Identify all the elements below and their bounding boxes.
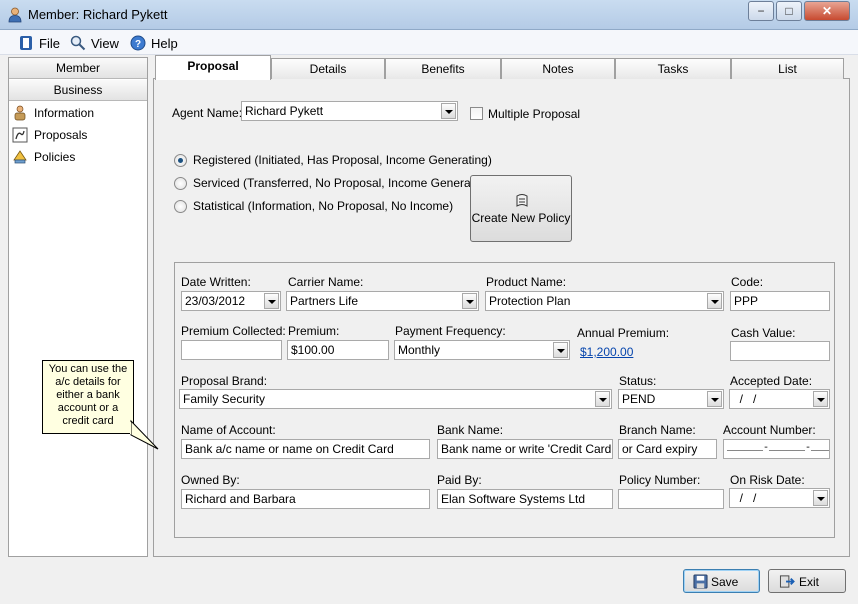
policies-icon [13,150,27,164]
premium-field[interactable]: $100.00 [287,340,389,360]
code-field[interactable]: PPP [730,291,830,311]
proposals-icon [12,127,28,143]
menu-view[interactable]: View [70,33,119,53]
policy-number-field[interactable] [618,489,724,509]
agent-name-select[interactable]: Richard Pykett [241,101,458,121]
menu-bar [0,30,858,55]
policy-number-label: Policy Number: [619,473,701,487]
calendar-dropdown-icon [813,391,828,407]
callout-pointer [130,419,159,450]
policy-scroll-icon [516,194,528,207]
date-written-picker[interactable]: 23/03/2012 [181,291,281,311]
help-icon: ? [130,35,146,51]
chevron-down-icon [462,293,477,309]
premium-label: Premium: [288,324,340,338]
agent-name-label: Agent Name: [172,106,243,120]
close-icon: ✕ [821,4,833,18]
menu-help[interactable]: ? Help [130,33,178,53]
tab-list[interactable]: List [731,58,844,79]
date-written-label: Date Written: [181,275,251,289]
premium-collected-label: Premium Collected: [181,324,286,338]
branch-name-field[interactable]: or Card expiry [618,439,717,459]
on-risk-date-label: On Risk Date: [730,473,805,487]
proposal-brand-select[interactable]: Family Security [179,389,612,409]
exit-button[interactable]: Exit [768,569,846,593]
product-name-label: Product Name: [486,275,567,289]
tab-notes[interactable]: Notes [501,58,615,79]
annual-premium-label: Annual Premium: [577,326,670,340]
statistical-label: Statistical (Information, No Proposal, N… [193,199,454,213]
information-icon [14,105,26,121]
accepted-date-label: Accepted Date: [730,374,813,388]
payment-frequency-select[interactable]: Monthly [394,340,570,360]
multiple-proposal-checkbox[interactable] [470,107,483,120]
registered-label: Registered (Initiated, Has Proposal, Inc… [193,153,492,167]
minimize-icon: − [757,4,765,18]
bank-name-field[interactable]: Bank name or write 'Credit Card' [437,439,613,459]
menu-file[interactable]: File [18,33,60,53]
cash-value-label: Cash Value: [731,326,796,340]
carrier-name-select[interactable]: Partners Life [286,291,479,311]
chevron-down-icon [595,391,610,407]
product-name-select[interactable]: Protection Plan [485,291,724,311]
maximize-icon: □ [785,4,793,18]
maximize-button[interactable]: □ [776,1,802,21]
cash-value-field[interactable] [730,341,830,361]
sidebar-item-proposals[interactable]: Proposals [12,125,87,145]
status-select[interactable]: PEND [618,389,724,409]
name-of-account-label: Name of Account: [181,423,276,437]
status-label: Status: [619,374,657,388]
sidebar-item-policies[interactable]: Policies [12,147,75,167]
owned-by-label: Owned By: [181,473,240,487]
tab-details[interactable]: Details [271,58,385,79]
calendar-dropdown-icon [264,293,279,309]
tab-proposal[interactable]: Proposal [155,55,271,80]
view-icon [70,35,86,51]
paid-by-field[interactable]: Elan Software Systems Ltd [437,489,613,509]
chevron-down-icon [707,391,722,407]
serviced-label: Serviced (Transferred, No Proposal, Inco… [193,176,495,190]
paid-by-label: Paid By: [437,473,482,487]
annual-premium-link[interactable]: $1,200.00 [580,345,633,359]
carrier-name-label: Carrier Name: [288,275,364,289]
calendar-dropdown-icon [813,490,828,506]
tab-benefits[interactable]: Benefits [385,58,501,79]
chevron-down-icon [441,103,456,119]
svg-text:?: ? [135,39,141,50]
sidebar-header-member[interactable]: Member [9,58,147,79]
payment-frequency-label: Payment Frequency: [395,324,506,338]
member-icon [8,7,22,23]
serviced-radio[interactable] [174,177,187,190]
chevron-down-icon [553,342,568,358]
registered-radio[interactable] [174,154,187,167]
multiple-proposal-label: Multiple Proposal [488,107,581,121]
account-number-label: Account Number: [723,423,816,437]
sidebar-header-business[interactable]: Business [9,80,147,101]
save-button[interactable]: Save [683,569,760,593]
save-icon [693,574,708,589]
branch-name-label: Branch Name: [619,423,696,437]
statistical-radio[interactable] [174,200,187,213]
chevron-down-icon [707,293,722,309]
proposal-brand-label: Proposal Brand: [181,374,268,388]
owned-by-field[interactable]: Richard and Barbara [181,489,430,509]
create-new-policy-button[interactable]: Create New Policy [470,175,572,242]
exit-icon [779,575,795,588]
sidebar-item-information[interactable]: Information [12,103,94,123]
bank-name-label: Bank Name: [437,423,504,437]
on-risk-date-picker[interactable]: / / [729,488,830,508]
minimize-button[interactable]: − [748,1,774,21]
code-label: Code: [731,275,764,289]
tab-tasks[interactable]: Tasks [615,58,731,79]
window-title: Member: Richard Pykett [28,7,168,22]
premium-collected-field[interactable] [181,340,282,360]
help-callout: You can use the a/c details for either a… [42,360,134,434]
file-icon [20,36,32,50]
account-number-field[interactable]: ______-______-___ [723,439,830,459]
accepted-date-picker[interactable]: / / [729,389,830,409]
name-of-account-field[interactable]: Bank a/c name or name on Credit Card [181,439,430,459]
close-button[interactable]: ✕ [804,1,850,21]
